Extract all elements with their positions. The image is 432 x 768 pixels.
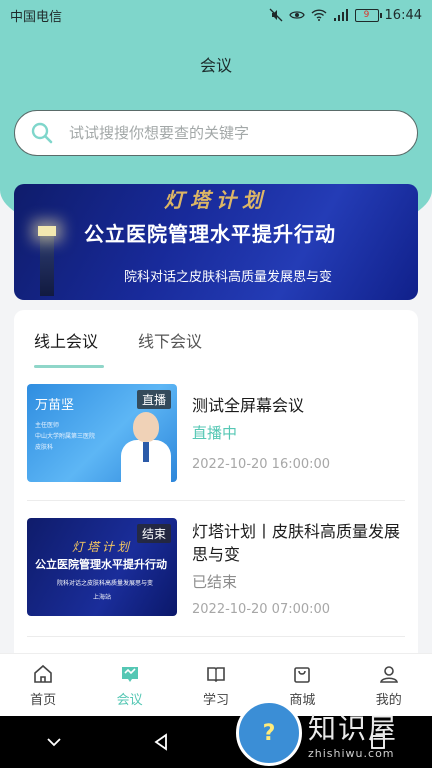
tab-online-meetings[interactable]: 线上会议 — [34, 328, 105, 368]
back-icon[interactable] — [151, 732, 171, 752]
thumb-speaker-info: 主任医师 中山大学附属第三医院 皮肤科 — [35, 422, 96, 451]
battery-icon: 9 — [354, 8, 382, 22]
meeting-time: 2022-10-20 16:00:00 — [192, 457, 331, 472]
meeting-item[interactable]: 万苗坚 主任医师 中山大学附属第三医院 皮肤科 直播 测试全屏幕会议 直播中 2… — [27, 384, 405, 484]
eye-icon — [288, 11, 305, 19]
meeting-status: 直播中 — [192, 424, 238, 442]
page-title: 会议 — [199, 56, 232, 75]
wifi-icon — [311, 9, 327, 21]
meeting-title: 测试全屏幕会议 — [192, 396, 305, 415]
watermark-main: 知识屋 — [308, 711, 399, 745]
meeting-status: 已结束 — [192, 573, 238, 591]
live-badge: 直播 — [136, 390, 171, 409]
lighthouse-graphic — [38, 226, 56, 296]
meeting-title: 灯塔计划丨皮肤科高质量发展思与变 — [192, 522, 401, 564]
meeting-thumbnail: 灯塔计划 公立医院管理水平提升行动 院科对话之皮肤科高质量发展思与变 上海站 结… — [27, 518, 177, 616]
thumb-speaker-name: 万苗坚 — [35, 398, 75, 413]
status-icons: 9 16:44 — [269, 8, 422, 23]
signal-icon — [333, 9, 348, 21]
thumb-title: 公立医院管理水平提升行动 — [35, 558, 167, 571]
meeting-tabs: 线上会议 线下会议 — [34, 328, 202, 368]
clock: 16:44 — [384, 7, 422, 23]
banner-top-text: 灯塔计划 — [164, 188, 268, 212]
profile-icon — [379, 666, 398, 683]
chevron-down-icon[interactable] — [44, 732, 64, 752]
search-input[interactable] — [67, 123, 391, 143]
nav-learning-label: 学习 — [202, 693, 229, 708]
meeting-icon — [121, 667, 138, 682]
nav-meeting-label: 会议 — [116, 693, 143, 708]
ended-badge: 结束 — [136, 524, 171, 543]
mute-icon — [269, 8, 282, 22]
meeting-item[interactable]: 灯塔计划 公立医院管理水平提升行动 院科对话之皮肤科高质量发展思与变 上海站 结… — [27, 518, 405, 618]
help-monitor-icon: ? — [236, 700, 302, 766]
book-icon — [207, 667, 225, 683]
promo-banner[interactable]: 灯塔计划 公立医院管理水平提升行动 院科对话之皮肤科高质量发展思与变 — [14, 184, 418, 300]
search-icon — [31, 122, 53, 144]
meeting-info: 灯塔计划丨皮肤科高质量发展思与变 已结束 2022-10-20 07:00:00 — [192, 518, 405, 618]
thumb-location: 上海站 — [93, 594, 112, 601]
meeting-thumbnail: 万苗坚 主任医师 中山大学附属第三医院 皮肤科 直播 — [27, 384, 177, 482]
divider — [27, 636, 405, 637]
home-icon — [34, 664, 52, 683]
watermark: ? 知识屋 zhishiwu.com — [236, 700, 398, 766]
nav-meeting[interactable]: 会议 — [95, 663, 165, 708]
shopping-bag-icon — [294, 667, 311, 683]
meeting-list-card: 线上会议 线下会议 万苗坚 主任医师 中山大学附属第三医院 皮肤科 直播 测试全… — [14, 310, 418, 660]
carrier-label: 中国电信 — [10, 9, 63, 25]
thumb-subtitle: 院科对话之皮肤科高质量发展思与变 — [57, 580, 154, 587]
meeting-info: 测试全屏幕会议 直播中 2022-10-20 16:00:00 — [192, 384, 330, 484]
watermark-sub: zhishiwu.com — [308, 746, 395, 760]
tab-offline-meetings[interactable]: 线下会议 — [138, 328, 202, 368]
status-bar: 中国电信 9 16:44 — [0, 0, 432, 30]
meeting-time: 2022-10-20 07:00:00 — [192, 602, 331, 617]
banner-title: 公立医院管理水平提升行动 — [84, 222, 336, 246]
search-bar[interactable] — [14, 110, 418, 156]
nav-home-label: 首页 — [30, 693, 57, 708]
banner-subtitle: 院科对话之皮肤科高质量发展思与变 — [124, 270, 333, 285]
divider — [27, 500, 405, 501]
nav-home[interactable]: 首页 — [8, 663, 78, 708]
